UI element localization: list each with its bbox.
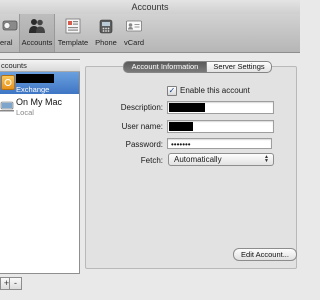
template-icon: [65, 18, 81, 34]
tab-account-information[interactable]: Account Information: [123, 61, 207, 73]
fetch-label: Fetch:: [140, 156, 163, 165]
toolbar-template-button[interactable]: Template: [55, 14, 91, 52]
enable-account-checkbox[interactable]: ✓: [167, 86, 177, 96]
toolbar-phone-button[interactable]: Phone: [92, 14, 120, 52]
exchange-account-icon: [1, 75, 15, 90]
password-field[interactable]: •••••••: [167, 138, 272, 149]
phone-icon: [99, 19, 113, 34]
local-account-name: On My Mac: [16, 97, 63, 107]
toolbar-phone-label: Phone: [95, 38, 117, 47]
enable-account-label: Enable this account: [180, 86, 250, 95]
mac-computer-icon: [0, 100, 14, 114]
toolbar-template-label: Template: [57, 38, 89, 47]
general-switch-icon: [2, 20, 18, 31]
account-details-panel: [85, 66, 297, 269]
toolbar-vcard-button[interactable]: vCard: [120, 14, 148, 52]
toolbar-vcard-label: vCard: [123, 38, 144, 47]
vcard-icon: [126, 20, 142, 32]
account-row-local[interactable]: On My Mac Local: [0, 96, 79, 118]
password-label: Password:: [125, 140, 163, 149]
toolbar-accounts-button[interactable]: Accounts: [19, 14, 55, 52]
exchange-account-name: [16, 74, 54, 83]
stepper-arrows-icon: ▲ ▼: [264, 154, 269, 164]
tab-server-settings[interactable]: Server Settings: [206, 61, 272, 73]
fetch-select[interactable]: Automatically ▲ ▼: [168, 153, 274, 166]
fetch-select-value: Automatically: [174, 155, 222, 164]
account-row-exchange[interactable]: Exchange: [0, 72, 79, 94]
edit-account-button[interactable]: Edit Account...: [233, 248, 297, 261]
account-list-header: ccounts: [0, 60, 80, 72]
exchange-account-type: Exchange: [16, 85, 50, 94]
description-field[interactable]: [167, 101, 274, 114]
description-redaction: [169, 103, 205, 112]
toolbar-accounts-label: Accounts: [21, 38, 53, 47]
remove-account-button[interactable]: -: [9, 277, 22, 290]
toolbar-general-label: eral: [0, 38, 13, 47]
toolbar-general-button[interactable]: eral: [0, 14, 18, 52]
account-list: ccounts Exchange On My Mac Local: [0, 59, 80, 274]
username-redaction: [169, 122, 193, 131]
window-title: Accounts: [0, 0, 300, 14]
username-label: User name:: [121, 122, 163, 131]
accounts-people-icon: [29, 19, 45, 33]
username-field[interactable]: [167, 120, 274, 133]
description-label: Description:: [120, 103, 163, 112]
preferences-toolbar: eral Accounts Template Phone vCard: [0, 14, 300, 53]
local-account-type: Local: [16, 108, 34, 117]
